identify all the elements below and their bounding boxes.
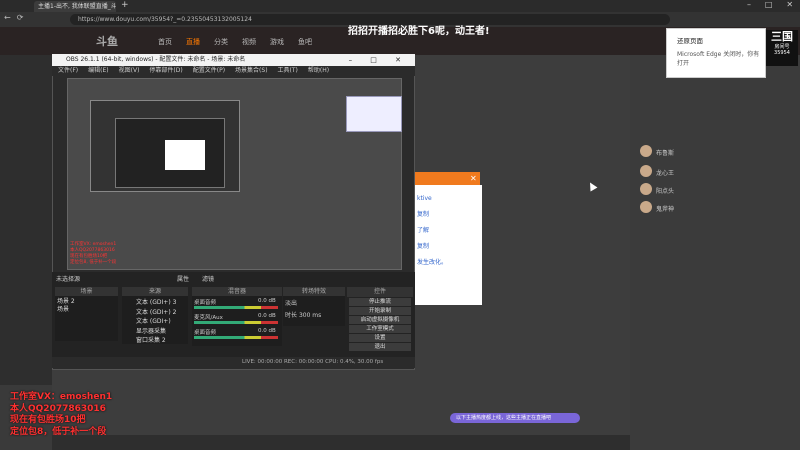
audio-mixer: 桌面音频 0.0 dB 麦克风/Aux 0.0 dB 桌面音频 0.0 dB	[192, 296, 282, 346]
settings-button[interactable]: 设置	[349, 334, 411, 342]
start-recording-button[interactable]: 开始录制	[349, 307, 411, 315]
nav-item[interactable]: 直播	[186, 37, 200, 47]
avatar	[640, 201, 652, 213]
nested-overlay-text: 工作室VX: emoshen1 本人QQ2077863016 现在有包胜场10把…	[70, 242, 117, 265]
nav-item[interactable]: 视频	[242, 37, 256, 47]
volume-meter	[194, 321, 278, 324]
nav-item[interactable]: 游戏	[270, 37, 284, 47]
transition-select[interactable]: 淡出	[285, 298, 343, 310]
obs-window-controls[interactable]: – □ ✕	[349, 54, 409, 66]
stop-stream-button[interactable]: 停止推流	[349, 298, 411, 306]
controls: 停止推流 开始录制 启动虚拟摄像机 工作室模式 设置 退出	[347, 296, 413, 354]
menu-item[interactable]: 配置文件(P)	[193, 66, 225, 76]
bottom-notice[interactable]: 以下主播热度都上线，这些主播正在直播吧	[450, 413, 580, 423]
scene-item[interactable]: 场景	[57, 306, 116, 314]
back-icon[interactable]: ←	[4, 13, 17, 22]
browser-tab-strip	[0, 0, 800, 12]
left-sidebar	[0, 55, 52, 385]
scene-list: 场景 2 场景	[55, 296, 118, 341]
nested-preview-window	[165, 140, 205, 170]
close-icon[interactable]: ✕	[470, 174, 477, 183]
stream-title: 招招开播招必胜下6呢，动王者!	[348, 26, 490, 37]
mixer-channel-name: 麦克风/Aux	[194, 315, 223, 321]
player-bottom-bar	[52, 435, 630, 450]
source-item[interactable]: 文本 (GDI+) 2	[136, 308, 186, 318]
mixer-db: 0.0 dB	[258, 328, 276, 334]
browser-tab[interactable]: 主播1-出不, 我体联盟直播_斗鱼直	[34, 1, 116, 12]
avatar	[640, 183, 652, 195]
chat-panel: 布鲁斯 龙心王 阳点头 鬼斧神	[630, 55, 800, 450]
site-logo[interactable]: 斗鱼	[96, 33, 118, 49]
nav-item[interactable]: 分类	[214, 37, 228, 47]
scene-item[interactable]: 场景 2	[57, 298, 116, 306]
menu-item[interactable]: 编辑(E)	[88, 66, 108, 76]
volume-meter	[194, 336, 278, 339]
source-item[interactable]: 窗口采集 2	[136, 336, 186, 346]
selected-source-label: 未选择源	[56, 276, 81, 283]
close-icon[interactable]: ✕	[786, 0, 793, 12]
duration-field[interactable]: 300 ms	[299, 312, 321, 319]
nested-ticket	[346, 96, 402, 132]
chat-item: 布鲁斯	[640, 145, 748, 159]
popup-body: ktive 复制 了解 复制 发生改化。	[413, 185, 482, 305]
avatar	[640, 145, 652, 157]
minimize-icon[interactable]: –	[747, 0, 751, 12]
mixer-channel-name: 桌面音频	[194, 300, 217, 306]
properties-tab[interactable]: 属性	[177, 274, 189, 283]
source-item[interactable]: 文本 (GDI+) 3	[136, 298, 186, 308]
source-item[interactable]: 显示器采集	[136, 327, 186, 337]
transitions: 淡出 时长 300 ms	[283, 296, 345, 326]
virtual-camera-button[interactable]: 启动虚拟摄像机	[349, 316, 411, 324]
maximize-icon[interactable]: □	[765, 0, 773, 12]
chat-item: 阳点头	[640, 183, 748, 197]
filters-tab[interactable]: 滤镜	[202, 274, 214, 283]
menu-item[interactable]: 场景集合(S)	[235, 66, 268, 76]
menu-item[interactable]: 工具(T)	[278, 66, 298, 76]
obs-menubar: 文件(F) 编辑(E) 视图(V) 停靠部件(D) 配置文件(P) 场景集合(S…	[52, 66, 415, 76]
menu-item[interactable]: 文件(F)	[58, 66, 78, 76]
window-controls[interactable]: – □ ✕	[740, 0, 800, 12]
overlay-ad-text: 工作室VX：emoshen1 本人QQ2077863016 现在有包胜场10把 …	[10, 392, 113, 437]
new-tab-icon[interactable]: +	[121, 0, 129, 10]
studio-mode-button[interactable]: 工作室模式	[349, 325, 411, 333]
menu-item[interactable]: 视图(V)	[119, 66, 140, 76]
exit-button[interactable]: 退出	[349, 343, 411, 351]
obs-statusbar: LIVE: 00:00:00 REC: 00:00:00 CPU: 0.4%, …	[52, 357, 415, 368]
nav-item[interactable]: 首页	[158, 37, 172, 47]
site-nav: 首页 直播 分类 视频 游戏 鱼吧	[158, 37, 312, 47]
edge-restore-popup[interactable]: 还原页面 Microsoft Edge 关闭时，你有打开	[666, 28, 766, 78]
source-list: 文本 (GDI+) 3 文本 (GDI+) 2 文本 (GDI+) 显示器采集 …	[122, 296, 188, 344]
menu-item[interactable]: 帮助(H)	[308, 66, 329, 76]
nav-item[interactable]: 鱼吧	[298, 37, 312, 47]
avatar	[640, 165, 652, 177]
chat-item: 鬼斧神	[640, 201, 748, 215]
room-badge: 三国 房间号 35954	[766, 30, 798, 66]
menu-item[interactable]: 停靠部件(D)	[149, 66, 182, 76]
nav-buttons[interactable]: ←⟳	[4, 13, 29, 22]
mixer-channel-name: 桌面音频	[194, 330, 217, 336]
mixer-db: 0.0 dB	[258, 298, 276, 304]
obs-titlebar: OBS 26.1.1 (64-bit, windows) - 配置文件: 未命名…	[52, 54, 415, 66]
volume-meter	[194, 306, 278, 309]
reload-icon[interactable]: ⟳	[17, 13, 30, 22]
source-item[interactable]: 文本 (GDI+)	[136, 317, 186, 327]
chat-item: 龙心王	[640, 165, 748, 179]
mixer-db: 0.0 dB	[258, 313, 276, 319]
